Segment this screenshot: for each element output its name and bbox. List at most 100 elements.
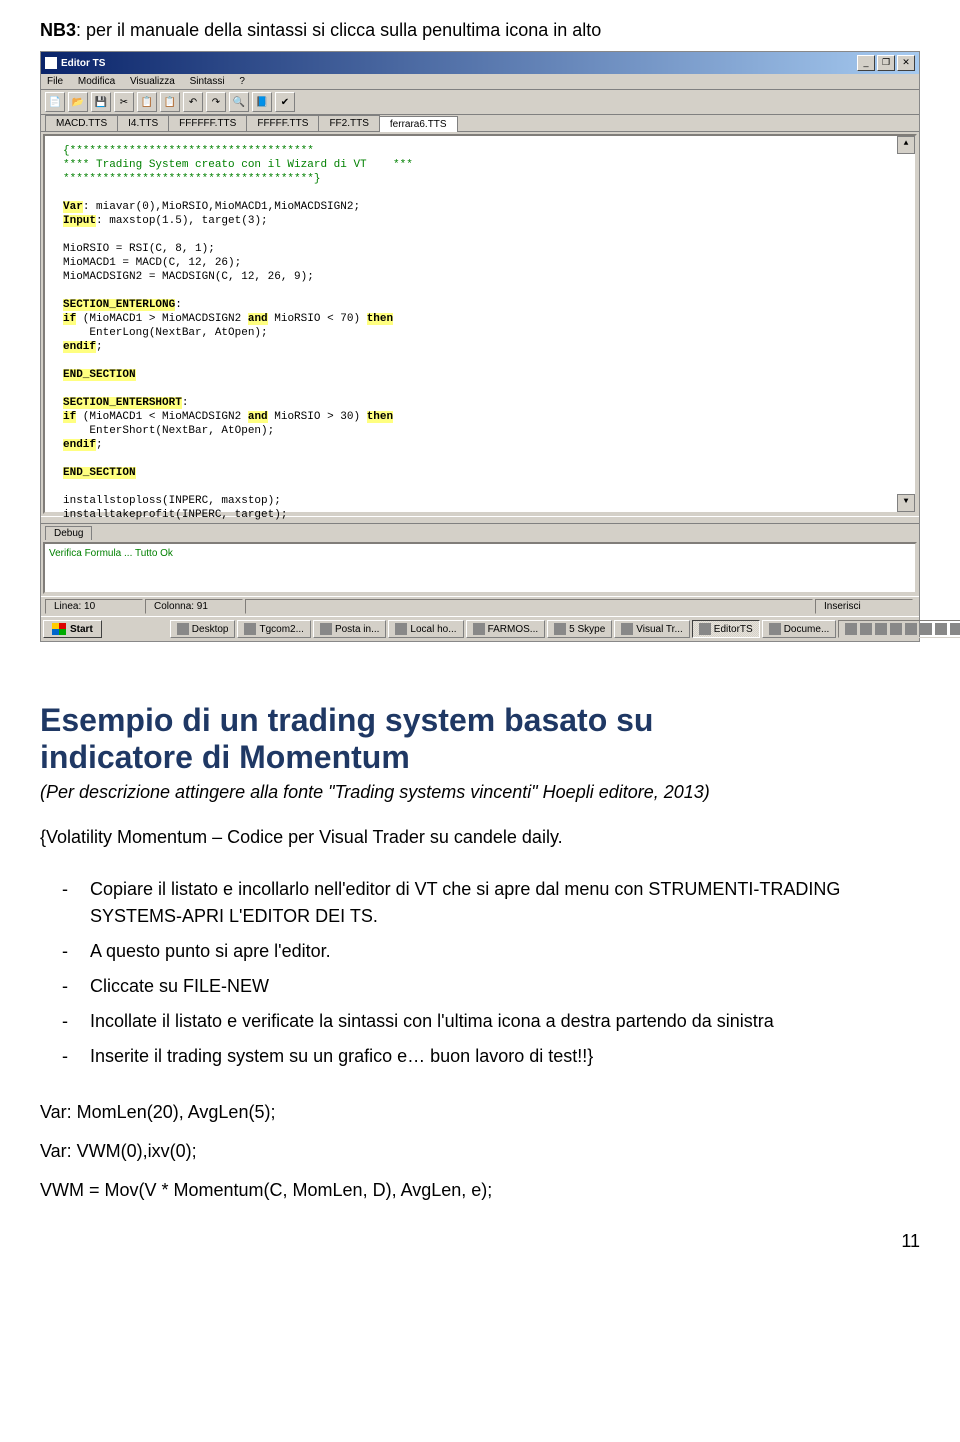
section-subtitle: (Per descrizione attingere alla fonte "T… [40, 782, 920, 803]
page-number: 11 [40, 1231, 920, 1252]
tray-icon[interactable] [890, 623, 902, 635]
windows-logo-icon [52, 623, 66, 635]
taskbar-item[interactable]: FARMOS... [466, 620, 546, 638]
taskbar-item-label: Tgcom2... [259, 624, 303, 635]
steps-list: Copiare il listato e incollarlo nell'edi… [40, 872, 920, 1074]
list-item: Cliccate su FILE-NEW [90, 969, 920, 1004]
file-tab[interactable]: I4.TTS [117, 115, 169, 131]
status-col: Colonna: 91 [145, 599, 243, 614]
taskbar-app-icon [244, 623, 256, 635]
taskbar-item[interactable]: Posta in... [313, 620, 386, 638]
code-snippet-2: Var: VWM(0),ixv(0); [40, 1141, 920, 1162]
tray-icon[interactable] [845, 623, 857, 635]
file-tab[interactable]: FFFFF.TTS [246, 115, 319, 131]
code-snippet-1: Var: MomLen(20), AvgLen(5); [40, 1102, 920, 1123]
toolbar: 📄 📂 💾 ✂ 📋 📋 ↶ ↷ 🔍 📘 ✔ [41, 90, 919, 115]
taskbar-app-icon [177, 623, 189, 635]
taskbar: Start Desktop Tgcom2... Posta in... Local h… [41, 616, 919, 641]
menu-help[interactable]: ? [239, 76, 245, 87]
note-prefix: NB3 [40, 20, 76, 40]
taskbar-item[interactable]: EditorTS [692, 620, 760, 638]
taskbar-app-icon [621, 623, 633, 635]
list-item: Incollate il listato e verificate la sin… [90, 1004, 920, 1039]
tool-save-icon[interactable]: 💾 [91, 92, 111, 112]
quick-icon[interactable] [126, 619, 146, 639]
taskbar-item-label: Desktop [192, 624, 229, 635]
taskbar-app-icon [769, 623, 781, 635]
list-item: A questo punto si apre l'editor. [90, 934, 920, 969]
taskbar-item[interactable]: Visual Tr... [614, 620, 690, 638]
code-snippet-3: VWM = Mov(V * Momentum(C, MomLen, D), Av… [40, 1180, 920, 1201]
tray-icon[interactable] [920, 623, 932, 635]
taskbar-app-icon [554, 623, 566, 635]
taskbar-item-label: 5 Skype [569, 624, 605, 635]
tool-manual-icon[interactable]: 📘 [252, 92, 272, 112]
close-button[interactable]: ✕ [897, 55, 915, 71]
list-item: Inserite il trading system su un grafico… [90, 1039, 920, 1074]
tool-find-icon[interactable]: 🔍 [229, 92, 249, 112]
titlebar: Editor TS _ ❐ ✕ [41, 52, 919, 74]
taskbar-item-label: Visual Tr... [636, 624, 683, 635]
section-title: Esempio di un trading system basato su i… [40, 702, 920, 776]
tray-icon[interactable] [905, 623, 917, 635]
file-tabstrip: MACD.TTSI4.TTSFFFFFF.TTSFFFFF.TTSFF2.TTS… [41, 115, 919, 132]
tool-cut-icon[interactable]: ✂ [114, 92, 134, 112]
quick-launch [104, 619, 168, 639]
statusbar: Linea: 10 Colonna: 91 Inserisci [41, 596, 919, 616]
tool-redo-icon[interactable]: ↷ [206, 92, 226, 112]
tray-icon[interactable] [950, 623, 960, 635]
code-editor[interactable]: {************************************* *… [43, 134, 917, 514]
tool-copy-icon[interactable]: 📋 [137, 92, 157, 112]
maximize-button[interactable]: ❐ [877, 55, 895, 71]
quick-icon[interactable] [148, 619, 168, 639]
quick-icon[interactable] [104, 619, 124, 639]
tray-icon[interactable] [875, 623, 887, 635]
scroll-down-icon[interactable]: ▼ [897, 494, 915, 512]
debug-output: Verifica Formula ... Tutto Ok [43, 542, 917, 594]
taskbar-item-label: EditorTS [714, 624, 753, 635]
tray-icon[interactable] [935, 623, 947, 635]
tool-open-icon[interactable]: 📂 [68, 92, 88, 112]
note-line: NB3: per il manuale della sintassi si cl… [40, 20, 920, 41]
taskbar-app-icon [699, 623, 711, 635]
taskbar-item[interactable]: Docume... [762, 620, 837, 638]
taskbar-item-label: Docume... [784, 624, 830, 635]
app-icon [45, 57, 57, 69]
list-item: Copiare il listato e incollarlo nell'edi… [90, 872, 920, 934]
note-text: : per il manuale della sintassi si clicc… [76, 20, 601, 40]
file-tab[interactable]: MACD.TTS [45, 115, 118, 131]
taskbar-item-label: Posta in... [335, 624, 379, 635]
menu-sintassi[interactable]: Sintassi [190, 76, 225, 87]
menu-file[interactable]: File [47, 76, 63, 87]
taskbar-item-label: FARMOS... [488, 624, 539, 635]
taskbar-item[interactable]: Tgcom2... [237, 620, 310, 638]
menu-visualizza[interactable]: Visualizza [130, 76, 175, 87]
tool-check-icon[interactable]: ✔ [275, 92, 295, 112]
taskbar-app-icon [320, 623, 332, 635]
status-mode: Inserisci [815, 599, 913, 614]
section-intro: {Volatility Momentum – Codice per Visual… [40, 827, 920, 848]
editor-window: Editor TS _ ❐ ✕ File Modifica Visualizza… [40, 51, 920, 642]
minimize-button[interactable]: _ [857, 55, 875, 71]
tool-new-icon[interactable]: 📄 [45, 92, 65, 112]
window-title: Editor TS [61, 58, 857, 69]
tray-icon[interactable] [860, 623, 872, 635]
file-tab[interactable]: ferrara6.TTS [379, 116, 458, 132]
system-tray: 16:06 [838, 620, 960, 638]
taskbar-item[interactable]: Desktop [170, 620, 236, 638]
start-label: Start [70, 624, 93, 635]
debug-tabbar: Debug [41, 524, 919, 542]
file-tab[interactable]: FF2.TTS [318, 115, 379, 131]
start-button[interactable]: Start [43, 620, 102, 638]
status-spacer [245, 599, 813, 614]
tool-undo-icon[interactable]: ↶ [183, 92, 203, 112]
menu-modifica[interactable]: Modifica [78, 76, 115, 87]
status-line: Linea: 10 [45, 599, 143, 614]
taskbar-app-icon [395, 623, 407, 635]
taskbar-app-icon [473, 623, 485, 635]
tool-paste-icon[interactable]: 📋 [160, 92, 180, 112]
scroll-up-icon[interactable]: ▲ [897, 136, 915, 154]
taskbar-item[interactable]: 5 Skype [547, 620, 612, 638]
file-tab[interactable]: FFFFFF.TTS [168, 115, 247, 131]
taskbar-item[interactable]: Local ho... [388, 620, 463, 638]
